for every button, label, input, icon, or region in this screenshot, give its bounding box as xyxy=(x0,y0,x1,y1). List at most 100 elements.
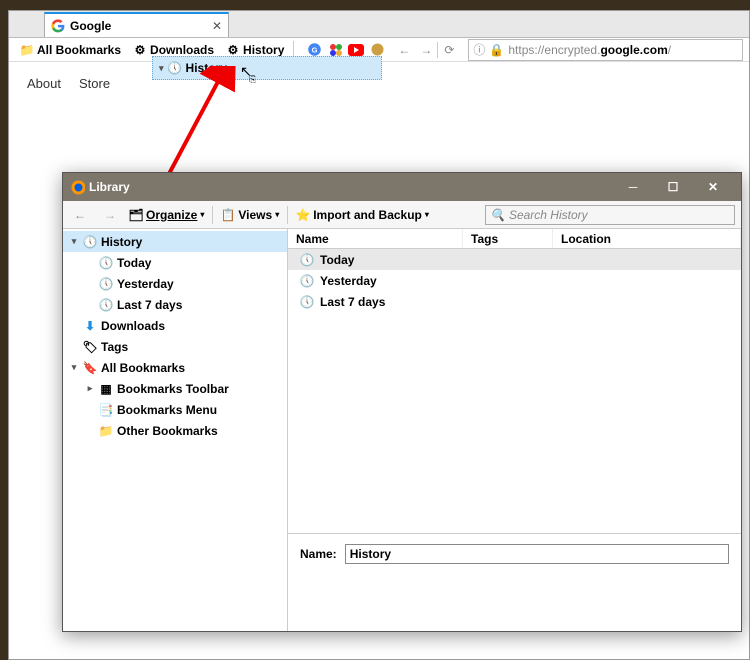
tab-title: Google xyxy=(70,19,111,33)
tab-strip: Google ✕ xyxy=(9,11,749,38)
bookmark-label: History xyxy=(243,43,284,57)
views-label: Views xyxy=(238,208,272,222)
organize-label: Organize xyxy=(146,208,197,222)
clock-icon: 🕔 xyxy=(83,235,97,249)
chevron-right-icon[interactable]: ▸ xyxy=(85,383,95,394)
tag-icon: 🏷 xyxy=(83,340,97,354)
url-text: https://encrypted.google.com/ xyxy=(508,43,671,57)
clock-icon: 🕔 xyxy=(99,298,113,312)
svg-text:G: G xyxy=(311,46,317,55)
folder-icon: 📁 xyxy=(99,424,113,438)
menu-icon: 📑 xyxy=(99,403,113,417)
gear-icon: ⚙ xyxy=(133,43,147,57)
maximize-button[interactable]: ☐ xyxy=(653,173,693,201)
back-button[interactable]: ← xyxy=(393,39,415,61)
tree-downloads[interactable]: ⬇ Downloads xyxy=(63,315,287,336)
clock-icon: 🕔 xyxy=(168,61,182,75)
google-favicon xyxy=(51,19,65,33)
tree-tags[interactable]: 🏷 Tags xyxy=(63,336,287,357)
library-title: Library xyxy=(89,180,130,194)
lib-back-button[interactable]: ← xyxy=(69,204,91,226)
link-store[interactable]: Store xyxy=(79,76,110,91)
bookmark-label: All Bookmarks xyxy=(37,43,121,57)
views-icon: 📋 xyxy=(221,208,235,222)
detail-name-input[interactable] xyxy=(345,544,729,564)
clock-icon: 🕔 xyxy=(300,274,314,288)
lock-icon: 🔒 xyxy=(489,43,504,57)
gear-icon: ⚙ xyxy=(226,43,240,57)
tree-label: History xyxy=(101,235,142,249)
lib-forward-button: → xyxy=(99,204,121,226)
search-placeholder: Search History xyxy=(509,208,588,222)
list-row-yesterday[interactable]: 🕔 Yesterday xyxy=(288,270,741,291)
bookmark-all-bookmarks[interactable]: 📁 All Bookmarks xyxy=(15,42,126,58)
star-icon: ⭐ xyxy=(296,208,310,222)
clock-icon: 🕔 xyxy=(99,256,113,270)
tree-today[interactable]: 🕔 Today xyxy=(79,252,287,273)
minimize-button[interactable]: ─ xyxy=(613,173,653,201)
library-titlebar[interactable]: Library ─ ☐ ✕ xyxy=(63,173,741,201)
tree-label: Bookmarks Toolbar xyxy=(117,382,229,396)
tree-label: Today xyxy=(117,256,151,270)
col-location[interactable]: Location xyxy=(553,229,741,248)
tree-last7[interactable]: 🕔 Last 7 days xyxy=(79,294,287,315)
row-label: Today xyxy=(320,253,354,267)
clock-icon: 🕔 xyxy=(300,253,314,267)
reload-button[interactable]: ⟳ xyxy=(438,39,460,61)
tree-label: Yesterday xyxy=(117,277,174,291)
column-headers: Name Tags Location xyxy=(288,229,741,249)
library-main: Name Tags Location 🕔 Today 🕔 Yesterday 🕔 La… xyxy=(288,229,741,631)
url-bar[interactable]: ⓘ 🔒 https://encrypted.google.com/ xyxy=(468,39,743,61)
tab-close-icon[interactable]: ✕ xyxy=(212,19,222,33)
tree-yesterday[interactable]: 🕔Yesterday xyxy=(79,273,287,294)
tree-bm-other[interactable]: 📁 Other Bookmarks xyxy=(79,420,287,441)
organize-icon: 🗂 xyxy=(129,208,143,222)
row-label: Last 7 days xyxy=(320,295,385,309)
close-button[interactable]: ✕ xyxy=(693,173,733,201)
separator xyxy=(212,206,213,224)
tree-bm-toolbar[interactable]: ▸ ▦ Bookmarks Toolbar xyxy=(79,378,287,399)
info-icon[interactable]: ⓘ xyxy=(473,41,485,58)
chevron-down-icon[interactable]: ▾ xyxy=(69,236,79,247)
library-search[interactable]: 🔍 Search History xyxy=(485,205,735,225)
drag-ghost: ▾ 🕔 History xyxy=(152,56,382,80)
tree-bm-menu[interactable]: 📑 Bookmarks Menu xyxy=(79,399,287,420)
chevron-down-icon: ▾ xyxy=(159,63,164,74)
bookmark-icon: 🔖 xyxy=(83,361,97,375)
col-name[interactable]: Name xyxy=(288,229,463,248)
drag-label: History xyxy=(186,61,227,75)
import-label: Import and Backup xyxy=(313,208,422,222)
tree-label: All Bookmarks xyxy=(101,361,185,375)
views-menu[interactable]: 📋Views▾ xyxy=(221,208,279,222)
chevron-down-icon[interactable]: ▾ xyxy=(69,362,79,373)
nav-buttons: ← → ⟳ xyxy=(393,39,460,61)
search-icon: 🔍 xyxy=(490,208,505,222)
organize-menu[interactable]: 🗂Organize▾ xyxy=(129,208,204,222)
detail-pane: Name: xyxy=(288,533,741,631)
list-row-today[interactable]: 🕔 Today xyxy=(288,249,741,270)
library-list: 🕔 Today 🕔 Yesterday 🕔 Last 7 days xyxy=(288,249,741,533)
library-window: Library ─ ☐ ✕ ← → 🗂Organize▾ 📋Views▾ ⭐Im… xyxy=(62,172,742,632)
tree-label: Downloads xyxy=(101,319,165,333)
tree-all-bookmarks[interactable]: ▾ 🔖 All Bookmarks xyxy=(63,357,287,378)
tree-label: Last 7 days xyxy=(117,298,182,312)
tree-history[interactable]: ▾ 🕔 History xyxy=(63,231,287,252)
tree-label: Other Bookmarks xyxy=(117,424,218,438)
toolbar-icon: ▦ xyxy=(99,382,113,396)
row-label: Yesterday xyxy=(320,274,377,288)
folder-icon: 📁 xyxy=(20,43,34,57)
forward-button[interactable]: → xyxy=(415,39,437,61)
detail-name-label: Name: xyxy=(300,544,337,561)
tab-google[interactable]: Google ✕ xyxy=(44,12,229,37)
import-menu[interactable]: ⭐Import and Backup▾ xyxy=(296,208,429,222)
firefox-icon xyxy=(71,180,85,194)
download-icon: ⬇ xyxy=(83,319,97,333)
tree-label: Tags xyxy=(101,340,128,354)
link-about[interactable]: About xyxy=(27,76,61,91)
col-tags[interactable]: Tags xyxy=(463,229,553,248)
library-tree: ▾ 🕔 History 🕔 Today 🕔Yesterday 🕔 Last 7 days… xyxy=(63,229,288,631)
list-row-last7[interactable]: 🕔 Last 7 days xyxy=(288,291,741,312)
bookmark-label: Downloads xyxy=(150,43,214,57)
tree-label: Bookmarks Menu xyxy=(117,403,217,417)
clock-icon: 🕔 xyxy=(300,295,314,309)
